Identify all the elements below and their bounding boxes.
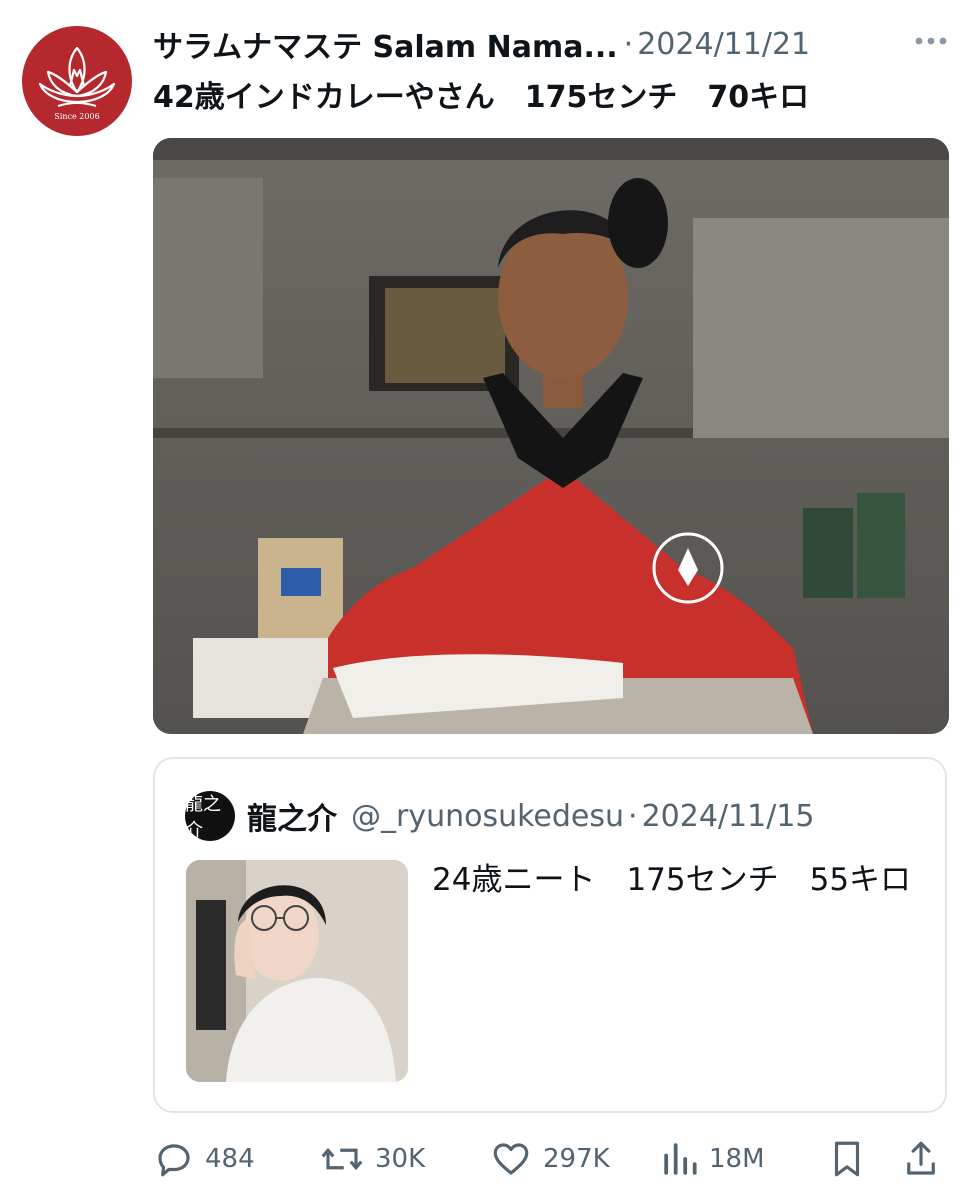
share-upload-icon: [907, 1141, 935, 1175]
quoted-date[interactable]: 2024/11/15: [642, 799, 815, 834]
views-button[interactable]: 18M: [661, 1134, 765, 1184]
post-photo[interactable]: [153, 138, 949, 734]
repost-arrows-icon: [321, 1147, 363, 1171]
bookmark-button[interactable]: [829, 1134, 875, 1184]
heart-icon: [493, 1143, 529, 1175]
like-button[interactable]: 297K: [489, 1134, 610, 1184]
quoted-post-header: 龍之介 @_ryunosukedesu · 2024/11/15: [247, 793, 925, 839]
author-avatar[interactable]: Since 2006: [22, 26, 132, 136]
post-text: 42歳インドカレーやさん 175センチ 70キロ: [153, 80, 810, 115]
quoted-photo[interactable]: [186, 860, 408, 1082]
separator-dot: ·: [623, 26, 634, 62]
speech-bubble-icon: [158, 1144, 190, 1177]
quoted-post-text: 24歳ニート 175センチ 55キロ: [432, 862, 912, 898]
photo-image: [153, 138, 949, 734]
reply-button[interactable]: 484: [153, 1134, 255, 1184]
post-header: サラムナマステ Salam Nama... · 2024/11/21: [153, 22, 951, 66]
more-dots-icon: [915, 37, 947, 45]
quoted-separator-dot: ·: [628, 798, 638, 834]
reply-count: 484: [205, 1144, 255, 1174]
quoted-author-avatar[interactable]: 龍之介: [185, 791, 235, 841]
avatar-caption: Since 2006: [54, 112, 100, 121]
repost-button[interactable]: 30K: [319, 1134, 425, 1184]
action-bar: 484 30K 297K 18M: [153, 1134, 949, 1184]
views-count: 18M: [709, 1144, 765, 1174]
bar-chart-icon: [664, 1143, 697, 1175]
author-display-name[interactable]: サラムナマステ Salam Nama...: [153, 22, 618, 66]
share-button[interactable]: [903, 1134, 949, 1184]
like-count: 297K: [543, 1144, 610, 1174]
quoted-handle[interactable]: @_ryunosukedesu: [351, 799, 624, 834]
bookmark-icon: [834, 1141, 860, 1177]
quoted-photo-image: [186, 860, 408, 1082]
post-date[interactable]: 2024/11/21: [637, 27, 810, 62]
more-options-button[interactable]: [911, 26, 951, 56]
repost-count: 30K: [375, 1144, 426, 1174]
quoted-post-card[interactable]: 龍之介 龍之介 @_ryunosukedesu · 2024/11/15 24歳…: [153, 757, 947, 1113]
quoted-display-name[interactable]: 龍之介: [247, 794, 337, 838]
